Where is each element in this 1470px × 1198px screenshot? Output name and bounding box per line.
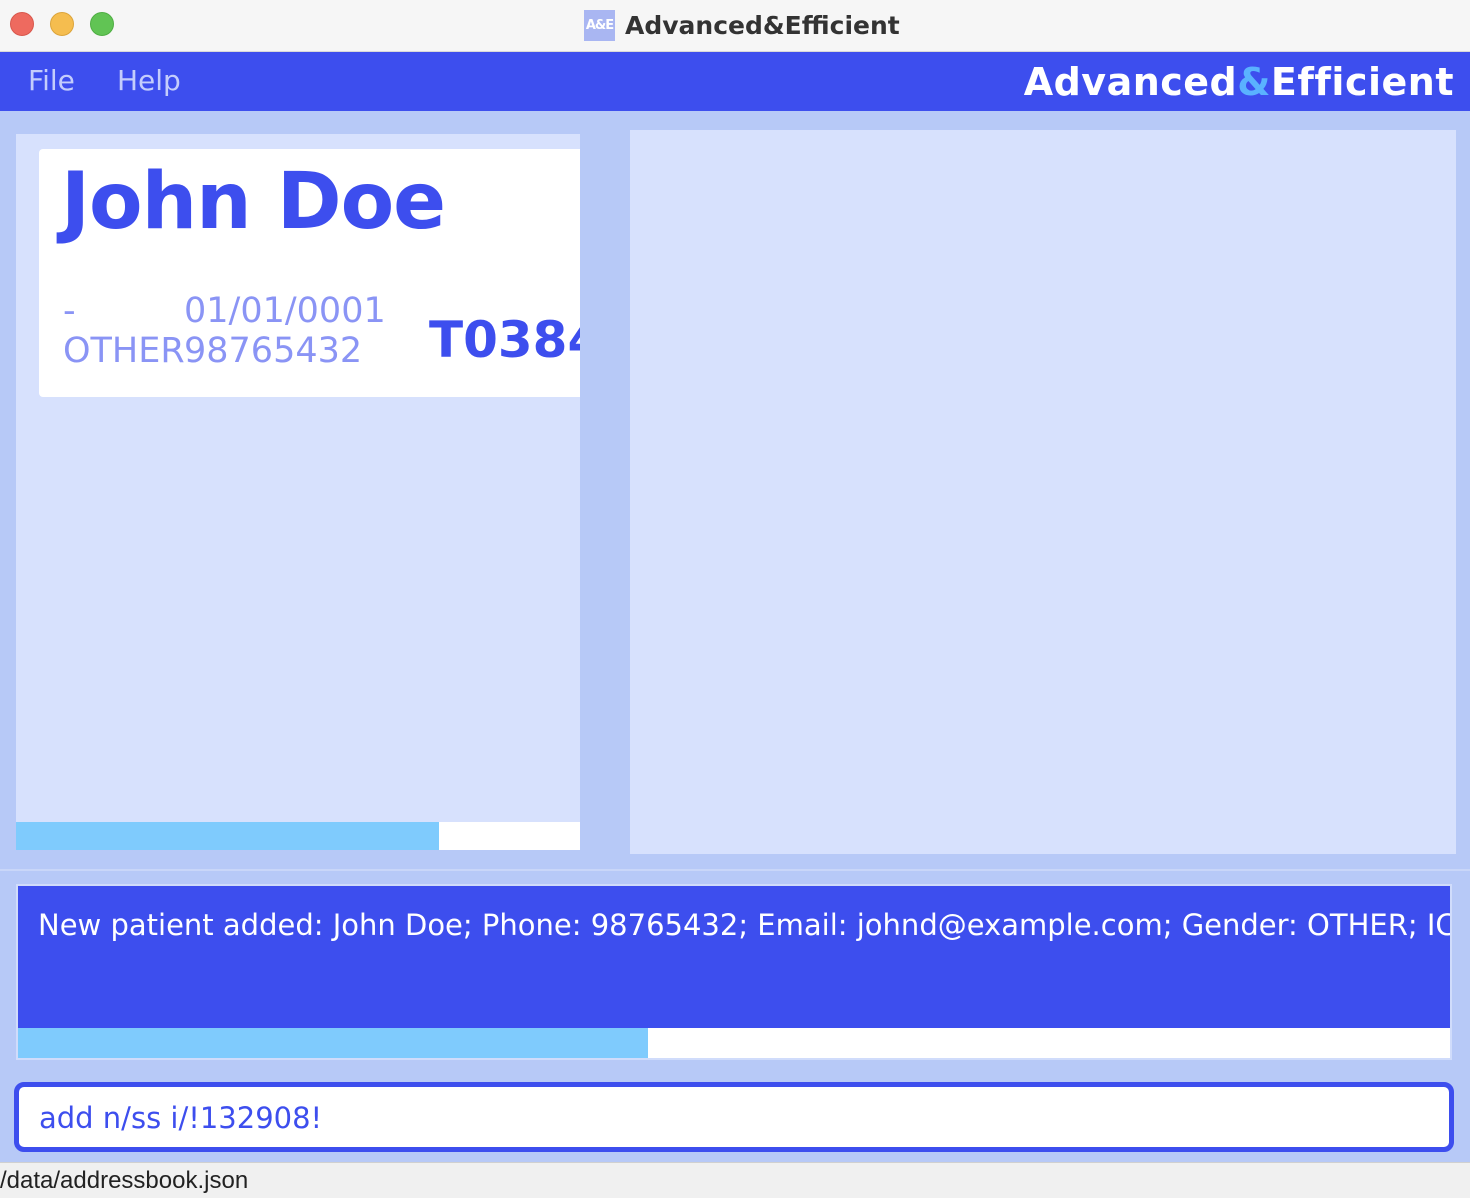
patient-detail-panel [630,130,1456,854]
status-bar: /data/addressbook.json [0,1162,1470,1198]
menu-file[interactable]: File [28,64,75,97]
result-scrollbar[interactable] [18,1028,1450,1058]
window-title-group: A&E Advanced&Efficient [584,8,900,42]
patient-name: John Doe [61,157,446,247]
menu-help[interactable]: Help [117,64,181,97]
command-box[interactable] [14,1082,1454,1152]
split-divider[interactable] [0,869,1470,871]
brand-part1: Advanced [1023,60,1238,104]
patient-dash: - [63,291,76,331]
app-icon: A&E [584,9,615,41]
menu-bar: File Help Advanced&Efficient [0,52,1470,111]
patient-list-scrollbar[interactable] [16,822,580,850]
result-display: New patient added: John Doe; Phone: 9876… [18,886,1450,1028]
patient-phone: 98765432 [184,331,363,371]
patient-card[interactable]: John Doe - 01/01/0001 OTHER 98765432 T03… [39,149,580,397]
brand-ampersand: & [1237,60,1271,104]
patient-ic: T0384 [429,311,580,369]
save-file-path: /data/addressbook.json [0,1167,249,1194]
minimize-window-button[interactable] [50,12,74,36]
patient-dob: 01/01/0001 [184,291,386,331]
window-title: Advanced&Efficient [625,10,900,40]
result-scroll-thumb[interactable] [18,1028,649,1058]
close-window-button[interactable] [10,12,34,36]
window-titlebar: A&E Advanced&Efficient [0,0,1470,52]
patient-list-panel[interactable]: John Doe - 01/01/0001 OTHER 98765432 T03… [16,134,580,850]
zoom-window-button[interactable] [90,12,114,36]
command-input[interactable] [39,1099,1419,1137]
result-message: New patient added: John Doe; Phone: 9876… [38,908,1450,942]
brand-logo: Advanced&Efficient [1024,60,1454,104]
patient-list-scroll-thumb[interactable] [16,822,439,850]
brand-part2: Efficient [1270,60,1454,104]
patient-gender: OTHER [63,331,185,371]
